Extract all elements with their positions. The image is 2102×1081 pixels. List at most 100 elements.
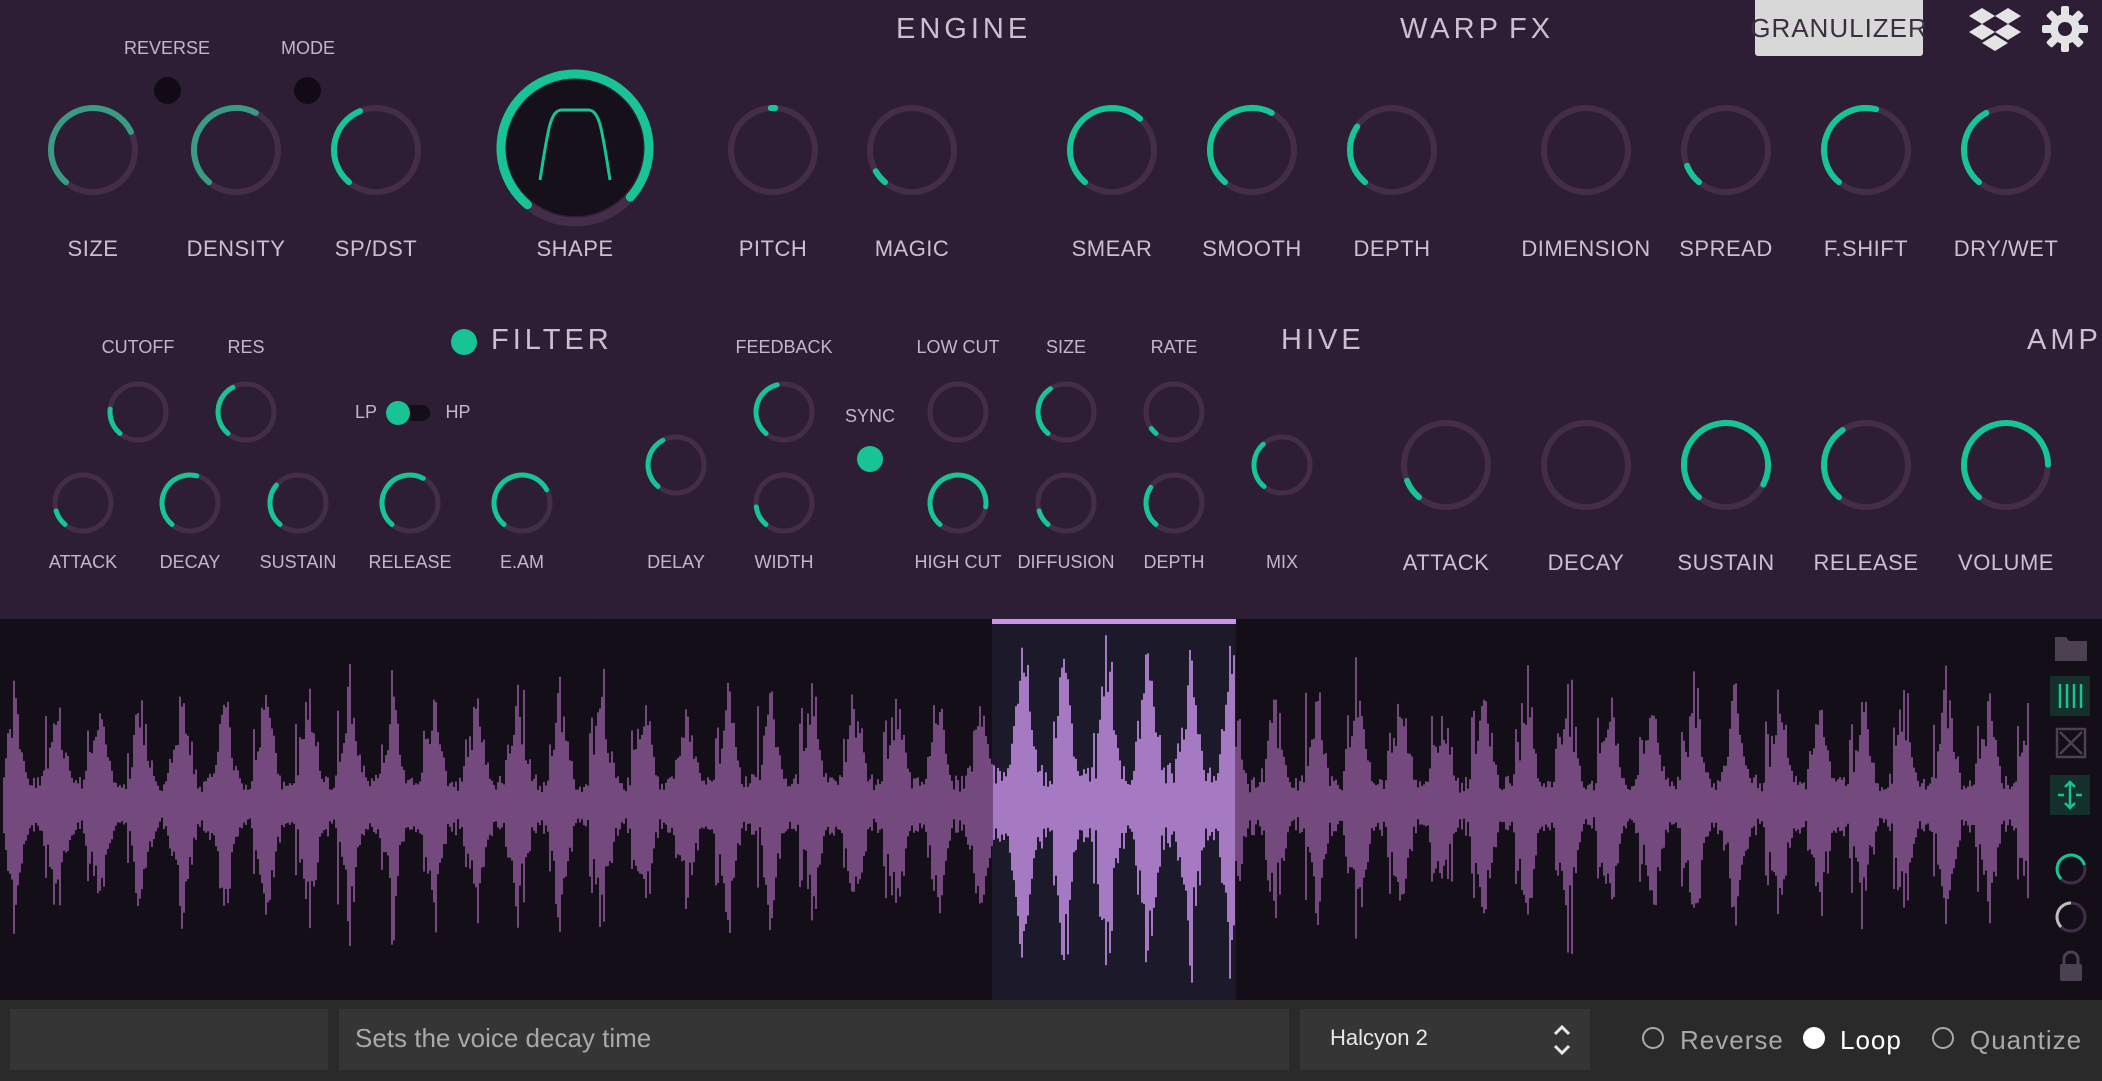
size-knob[interactable] (43, 100, 143, 200)
amp-decay-knob[interactable] (1536, 415, 1636, 515)
amp-sustain-knob[interactable] (1676, 415, 1776, 515)
density-label: DENSITY (186, 236, 286, 261)
pitch-knob[interactable] (723, 100, 823, 200)
hive-depth-label: DEPTH (1143, 552, 1205, 572)
feedback-label: FEEDBACK (735, 337, 833, 357)
dry-wet-knob[interactable] (1956, 100, 2056, 200)
smooth-knob[interactable] (1202, 100, 1302, 200)
dry-wet-label: DRY/WET (1953, 236, 2059, 261)
status-text: Sets the voice decay time (355, 1023, 652, 1053)
smooth-label: SMOOTH (1202, 236, 1302, 261)
mode-toggle[interactable] (294, 77, 321, 104)
granulizer-mode-button[interactable]: GRANULIZER (1750, 0, 1927, 56)
amp-attack-knob[interactable] (1396, 415, 1496, 515)
zoom-fit-icon[interactable] (2055, 727, 2087, 759)
amp-title: AMP (2027, 324, 2102, 356)
waveform-view[interactable] (0, 619, 2102, 1000)
amp-release-label: RELEASE (1813, 550, 1919, 575)
reverse-toggle[interactable] (154, 77, 181, 104)
amp-sustain-knob-arc (1681, 420, 1771, 501)
magic-knob-arc (872, 168, 889, 186)
volume-knob[interactable] (1956, 415, 2056, 515)
spread-label: SPREAD (1679, 236, 1773, 261)
hive-depth-knob[interactable] (1139, 468, 1209, 538)
hive-size-knob[interactable] (1031, 377, 1101, 447)
reverse-radio[interactable] (1642, 1027, 1664, 1049)
smear-knob[interactable] (1062, 100, 1162, 200)
cutoff-knob-arc (107, 406, 123, 436)
res-label: RES (227, 337, 265, 357)
waveform-graph (3, 635, 2029, 983)
amp-release-knob-arc (1821, 427, 1846, 501)
reverse-toggle-label: REVERSE (123, 38, 211, 58)
density-knob-arc (191, 105, 259, 186)
filter-sustain-knob[interactable] (263, 468, 333, 538)
high-cut-knob[interactable] (923, 468, 993, 538)
preset-stepper-icon[interactable] (1552, 1023, 1572, 1057)
filter-release-label: RELEASE (368, 552, 452, 572)
filter-sustain-label: SUSTAIN (259, 552, 337, 572)
dropbox-icon[interactable] (1968, 4, 2022, 54)
sp-dst-knob-arc (331, 108, 363, 186)
filter-release-knob-arc (379, 472, 426, 527)
bottom-bar: Sets the voice decay time Halcyon 2 (0, 1000, 2102, 1081)
spread-knob[interactable] (1676, 100, 1776, 200)
gear-icon[interactable] (2040, 4, 2090, 54)
rate-knob[interactable] (1139, 377, 1209, 447)
feedback-knob[interactable] (749, 377, 819, 447)
magic-label: MAGIC (874, 236, 950, 261)
loop-start-knob-icon[interactable] (2053, 851, 2089, 887)
res-knob-arc (215, 384, 236, 436)
reverse-radio-label: Reverse (1680, 1025, 1784, 1055)
amp-attack-label: ATTACK (1402, 550, 1490, 575)
density-knob[interactable] (186, 100, 286, 200)
width-knob[interactable] (749, 468, 819, 538)
res-knob[interactable] (211, 377, 281, 447)
f-shift-knob[interactable] (1816, 100, 1916, 200)
filter-hp-label: HP (445, 402, 471, 422)
warp-depth-knob[interactable] (1342, 100, 1442, 200)
low-cut-knob[interactable] (923, 377, 993, 447)
smear-knob-arc (1067, 105, 1144, 186)
hive-size-knob-arc (1035, 386, 1054, 436)
loop-end-knob-icon[interactable] (2053, 899, 2089, 935)
dimension-knob[interactable] (1536, 100, 1636, 200)
high-cut-label: HIGH CUT (914, 552, 1002, 572)
hive-delay-knob[interactable] (641, 430, 711, 500)
status-box: Sets the voice decay time (339, 1009, 1289, 1070)
smooth-knob-arc (1207, 105, 1275, 186)
engine-title: ENGINE (896, 13, 1032, 45)
sync-toggle[interactable] (857, 446, 883, 472)
loop-radio[interactable] (1803, 1027, 1825, 1049)
pitch-label: PITCH (738, 236, 808, 261)
f-shift-label: F.SHIFT (1823, 236, 1909, 261)
spread-knob-arc (1684, 162, 1703, 186)
quantize-radio[interactable] (1932, 1027, 1954, 1049)
lock-icon[interactable] (2058, 950, 2084, 982)
filter-decay-label: DECAY (159, 552, 221, 572)
filter-decay-knob[interactable] (155, 468, 225, 538)
e-am-knob[interactable] (487, 468, 557, 538)
f-shift-knob-arc (1821, 105, 1880, 186)
high-cut-knob-arc (927, 472, 989, 527)
filter-attack-knob[interactable] (48, 468, 118, 538)
width-label: WIDTH (754, 552, 814, 572)
folder-icon[interactable] (2054, 634, 2088, 662)
mode-toggle-label: MODE (281, 38, 335, 58)
filter-release-knob[interactable] (375, 468, 445, 538)
warp-title: WARP (1400, 13, 1502, 45)
cutoff-knob[interactable] (103, 377, 173, 447)
hive-title: HIVE (1281, 324, 1365, 356)
mix-knob[interactable] (1247, 430, 1317, 500)
magic-knob[interactable] (862, 100, 962, 200)
filter-enable-toggle[interactable] (451, 329, 477, 355)
warp-depth-knob-arc (1347, 123, 1369, 186)
diffusion-label: DIFFUSION (1017, 552, 1115, 572)
preset-selector[interactable]: Halcyon 2 (1300, 1009, 1590, 1070)
shape-label: SHAPE (536, 236, 614, 261)
warp-depth-label: DEPTH (1353, 236, 1431, 261)
sync-label: SYNC (844, 406, 896, 426)
amp-release-knob[interactable] (1816, 415, 1916, 515)
sp-dst-knob[interactable] (326, 100, 426, 200)
diffusion-knob[interactable] (1031, 468, 1101, 538)
